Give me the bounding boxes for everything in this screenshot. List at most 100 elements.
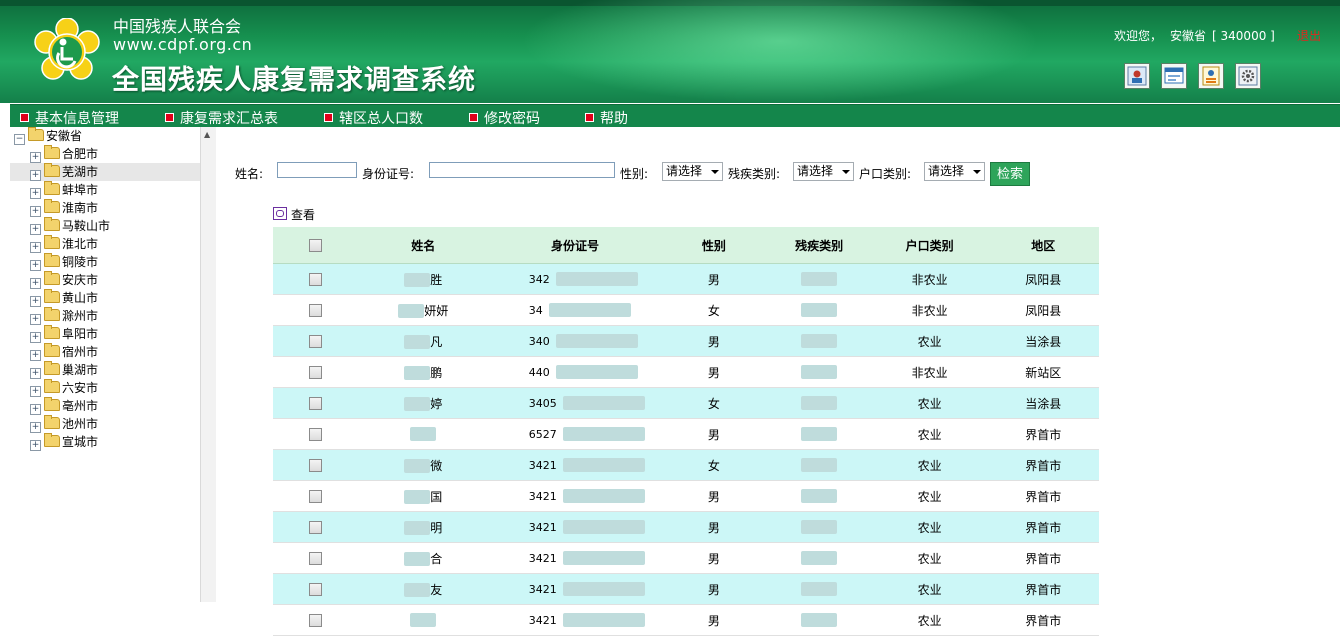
expand-icon[interactable]: + [30, 224, 41, 235]
expand-icon[interactable]: + [30, 188, 41, 199]
row-checkbox[interactable] [308, 428, 322, 441]
tree-node[interactable]: + 亳州市 [30, 397, 98, 415]
tree-node[interactable]: + 宿州市 [30, 343, 98, 361]
tree-node-label: 滁州市 [62, 309, 99, 323]
tree-node[interactable]: + 马鞍山市 [30, 217, 110, 235]
menu-rehab-summary[interactable]: 康复需求汇总表 [165, 108, 278, 128]
tree-node[interactable]: + 阜阳市 [30, 325, 98, 343]
folder-icon [44, 343, 60, 357]
menu-change-password[interactable]: 修改密码 [469, 108, 540, 128]
table-row[interactable]: 妍妍 34 女 非农业 凤阳县 [273, 294, 1099, 326]
tree-node[interactable]: + 铜陵市 [30, 253, 98, 271]
id-number-value: 342 [528, 272, 550, 286]
redaction-mask [555, 334, 638, 349]
expand-icon[interactable]: + [30, 386, 41, 397]
tree-node-selected[interactable]: + 芜湖市 [10, 163, 200, 181]
name-input[interactable] [277, 162, 357, 178]
expand-icon[interactable]: + [30, 170, 41, 181]
table-row[interactable]: 合 3421 男 农业 界首市 [273, 542, 1099, 574]
tree-scrollbar[interactable]: ▲ [200, 127, 217, 602]
table-row[interactable]: 明 3421 男 农业 界首市 [273, 511, 1099, 543]
expand-icon[interactable]: + [30, 242, 41, 253]
hukou-select[interactable]: 请选择 [924, 162, 985, 181]
scroll-up-icon[interactable]: ▲ [204, 130, 210, 139]
gender-select[interactable]: 请选择 [662, 162, 723, 181]
row-checkbox[interactable] [308, 304, 322, 317]
row-checkbox[interactable] [308, 583, 322, 596]
row-checkbox[interactable] [308, 366, 322, 379]
settings-icon[interactable] [1235, 63, 1261, 89]
folder-icon [44, 325, 60, 339]
logout-link[interactable]: 退出 [1297, 27, 1321, 44]
report-icon[interactable] [1198, 63, 1224, 89]
menu-label: 帮助 [600, 111, 628, 127]
disability-select[interactable]: 请选择 [793, 162, 854, 181]
menu-label: 基本信息管理 [35, 111, 119, 127]
table-row[interactable]: 婷 3405 女 农业 当涂县 [273, 387, 1099, 419]
expand-icon[interactable]: + [30, 350, 41, 361]
row-select-cell [273, 449, 358, 481]
id-number-input[interactable] [429, 162, 615, 178]
expand-icon[interactable]: + [30, 368, 41, 379]
col-disability[interactable]: 残疾类别 [766, 227, 872, 264]
table-row[interactable]: 凡 340 男 农业 当涂县 [273, 325, 1099, 357]
col-gender[interactable]: 性别 [661, 227, 767, 264]
redaction-mask [410, 427, 437, 442]
expand-icon[interactable]: + [30, 260, 41, 271]
row-checkbox[interactable] [308, 614, 322, 627]
row-checkbox[interactable] [308, 490, 322, 503]
id-number-value: 3421 [528, 582, 557, 596]
row-checkbox[interactable] [308, 552, 322, 565]
menu-basic-info[interactable]: 基本信息管理 [20, 108, 119, 128]
tree-node[interactable]: + 宣城市 [30, 433, 98, 451]
table-row[interactable]: 微 3421 女 农业 界首市 [273, 449, 1099, 481]
tree-node[interactable]: + 巢湖市 [30, 361, 98, 379]
expand-icon[interactable]: + [30, 422, 41, 433]
search-button[interactable]: 检索 [990, 162, 1030, 186]
select-all-checkbox[interactable] [308, 239, 322, 252]
tree-node[interactable]: + 六安市 [30, 379, 98, 397]
tree-node[interactable]: + 淮南市 [30, 199, 98, 217]
menu-help[interactable]: 帮助 [585, 108, 628, 128]
col-region[interactable]: 地区 [987, 227, 1099, 264]
tree-node[interactable]: + 滁州市 [30, 307, 98, 325]
tree-node-label: 阜阳市 [62, 327, 99, 341]
row-checkbox[interactable] [308, 521, 322, 534]
tree-node[interactable]: + 合肥市 [30, 145, 98, 163]
tree-node[interactable]: + 池州市 [30, 415, 98, 433]
expand-icon[interactable]: + [30, 278, 41, 289]
expand-icon[interactable]: + [30, 314, 41, 325]
tree-node[interactable]: + 安庆市 [30, 271, 98, 289]
table-row[interactable]: 国 3421 男 农业 界首市 [273, 480, 1099, 512]
tree-node[interactable]: + 黄山市 [30, 289, 98, 307]
tree-node[interactable]: + 蚌埠市 [30, 181, 98, 199]
id-number-cell: 3421 [488, 604, 662, 636]
expand-icon[interactable]: + [30, 206, 41, 217]
col-id-number[interactable]: 身份证号 [488, 227, 662, 264]
view-button[interactable]: 查看 [273, 206, 315, 223]
row-checkbox[interactable] [308, 459, 322, 472]
tree-node[interactable]: + 淮北市 [30, 235, 98, 253]
expand-icon[interactable]: + [30, 404, 41, 415]
user-name: 安徽省 [1170, 29, 1207, 43]
expand-icon[interactable]: + [30, 296, 41, 307]
menu-population[interactable]: 辖区总人口数 [324, 108, 423, 128]
col-hukou[interactable]: 户口类别 [871, 227, 988, 264]
window-icon[interactable] [1161, 63, 1187, 89]
user-info-icon[interactable] [1124, 63, 1150, 89]
table-row[interactable]: 胜 342 男 非农业 凤阳县 [273, 263, 1099, 295]
table-row[interactable]: 鹏 440 男 非农业 新站区 [273, 356, 1099, 388]
tree-root-node[interactable]: − 安徽省 [14, 127, 82, 145]
col-name[interactable]: 姓名 [357, 227, 489, 264]
row-checkbox[interactable] [308, 273, 322, 286]
expand-icon[interactable]: + [30, 152, 41, 163]
row-checkbox[interactable] [308, 397, 322, 410]
table-row[interactable]: 6527 男 农业 界首市 [273, 418, 1099, 450]
row-checkbox[interactable] [308, 335, 322, 348]
expand-icon[interactable]: + [30, 332, 41, 343]
collapse-icon[interactable]: − [14, 134, 25, 145]
name-cell: 微 [357, 449, 489, 481]
table-row[interactable]: 3421 男 农业 界首市 [273, 604, 1099, 636]
expand-icon[interactable]: + [30, 440, 41, 451]
table-row[interactable]: 友 3421 男 农业 界首市 [273, 573, 1099, 605]
